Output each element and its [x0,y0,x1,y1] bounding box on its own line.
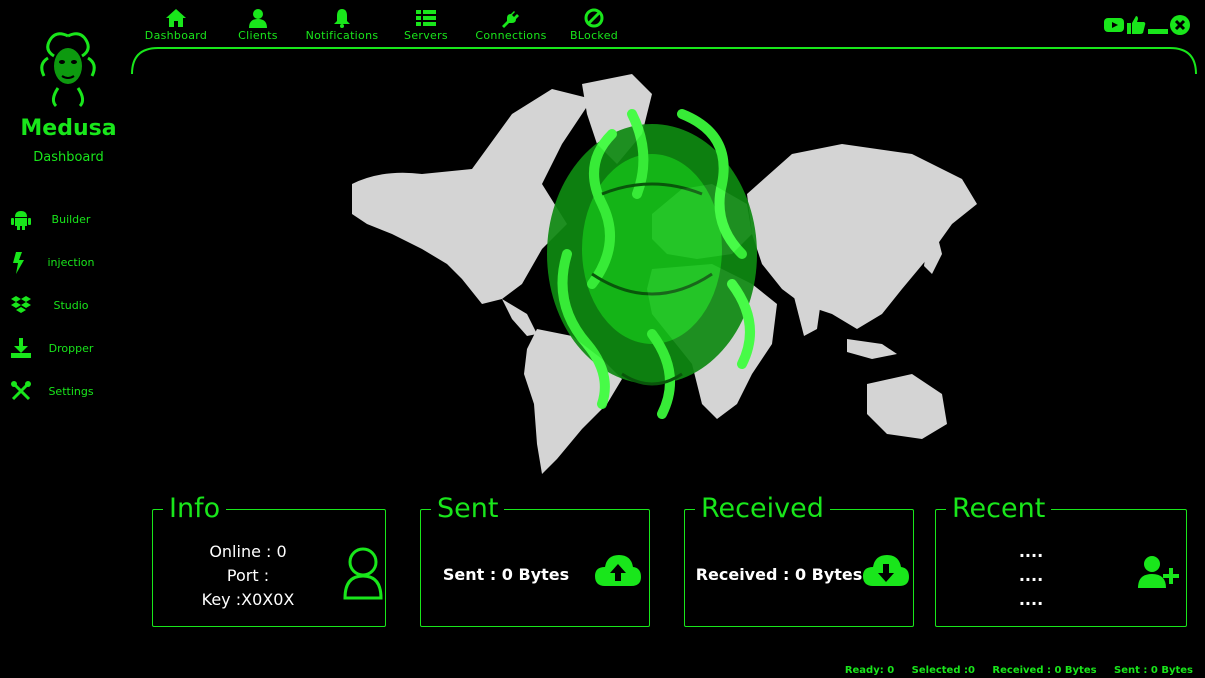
bell-icon [334,9,350,28]
nav-dashboard-label: Dashboard [144,29,208,42]
plug-icon [502,10,519,28]
online-count: Online : 0 [209,542,287,561]
received-value: Received : 0 Bytes [695,565,863,584]
info-card: Info Online : 0 Port : Key :X0X0X [152,492,386,627]
recent-item: .... [1018,566,1044,585]
recent-list: .... .... .... [996,540,1066,612]
sidebar-item-builder[interactable]: Builder [10,208,135,236]
recent-item: .... [1018,590,1044,609]
list-icon [416,10,436,26]
window-controls [1103,14,1193,38]
sidebar-item-label: injection [47,256,95,269]
sidebar-item-label: Studio [53,299,89,312]
sent-card: Sent Sent : 0 Bytes [420,492,650,627]
sidebar-item-label: Dropper [48,342,94,355]
thumbs-up-icon[interactable] [1125,14,1147,40]
app-title: Medusa [20,116,117,141]
android-icon [11,211,31,230]
sidebar-item-studio[interactable]: Studio [10,294,135,322]
info-card-title: Info [163,492,227,526]
dropbox-icon [11,296,31,313]
nav-notifications-label: Notifications [305,29,379,42]
close-icon[interactable] [1169,14,1191,40]
sidebar-item-label: Settings [48,385,94,398]
minimize-icon[interactable] [1147,14,1169,40]
user-add-icon [1138,556,1179,588]
nav-dashboard[interactable]: Dashboard [136,8,216,42]
received-card-title: Received [695,492,830,526]
nav-connections-label: Connections [475,29,547,42]
received-card: Received Received : 0 Bytes [684,492,914,627]
sidebar-item-label: Builder [51,213,91,226]
home-icon [166,9,186,27]
nav-blocked-label: BLocked [569,29,619,42]
recent-card: Recent .... .... .... [935,492,1187,627]
status-received: Received : 0 Bytes [992,665,1097,676]
info-card-details: Online : 0 Port : Key :X0X0X [163,540,333,612]
bolt-icon [13,252,24,274]
sent-card-title: Sent [431,492,505,526]
status-bar: Ready: 0 Selected :0 Received : 0 Bytes … [831,665,1193,676]
user-icon [249,9,267,28]
sidebar-item-injection[interactable]: injection [10,251,135,279]
cloud-download-icon [863,555,909,586]
nav-connections[interactable]: Connections [471,8,551,42]
ban-icon [584,8,604,28]
recent-item: .... [1018,542,1044,561]
cloud-upload-icon [595,555,641,586]
port-value: Port : [226,566,270,585]
nav-blocked[interactable]: BLocked [554,8,634,42]
sidebar-item-dropper[interactable]: Dropper [10,337,135,365]
youtube-icon[interactable] [1103,14,1125,40]
download-icon [11,338,31,358]
medusa-logo [40,32,96,108]
nav-clients[interactable]: Clients [218,8,298,42]
user-outline-icon [343,547,383,600]
nav-servers-label: Servers [404,29,448,42]
key-value: Key :X0X0X [201,590,295,609]
world-map-image [352,74,977,474]
nav-clients-label: Clients [238,29,278,42]
recent-card-title: Recent [946,492,1052,526]
sidebar-item-settings[interactable]: Settings [10,380,135,408]
tools-icon [11,381,31,401]
nav-notifications[interactable]: Notifications [302,8,382,42]
header-divider [131,47,1197,75]
nav-servers[interactable]: Servers [386,8,466,42]
status-ready: Ready: 0 [844,665,895,676]
sent-value: Sent : 0 Bytes [442,565,570,584]
app-subtitle: Dashboard [33,150,104,165]
status-selected: Selected :0 [911,665,975,676]
status-sent: Sent : 0 Bytes [1114,665,1193,676]
